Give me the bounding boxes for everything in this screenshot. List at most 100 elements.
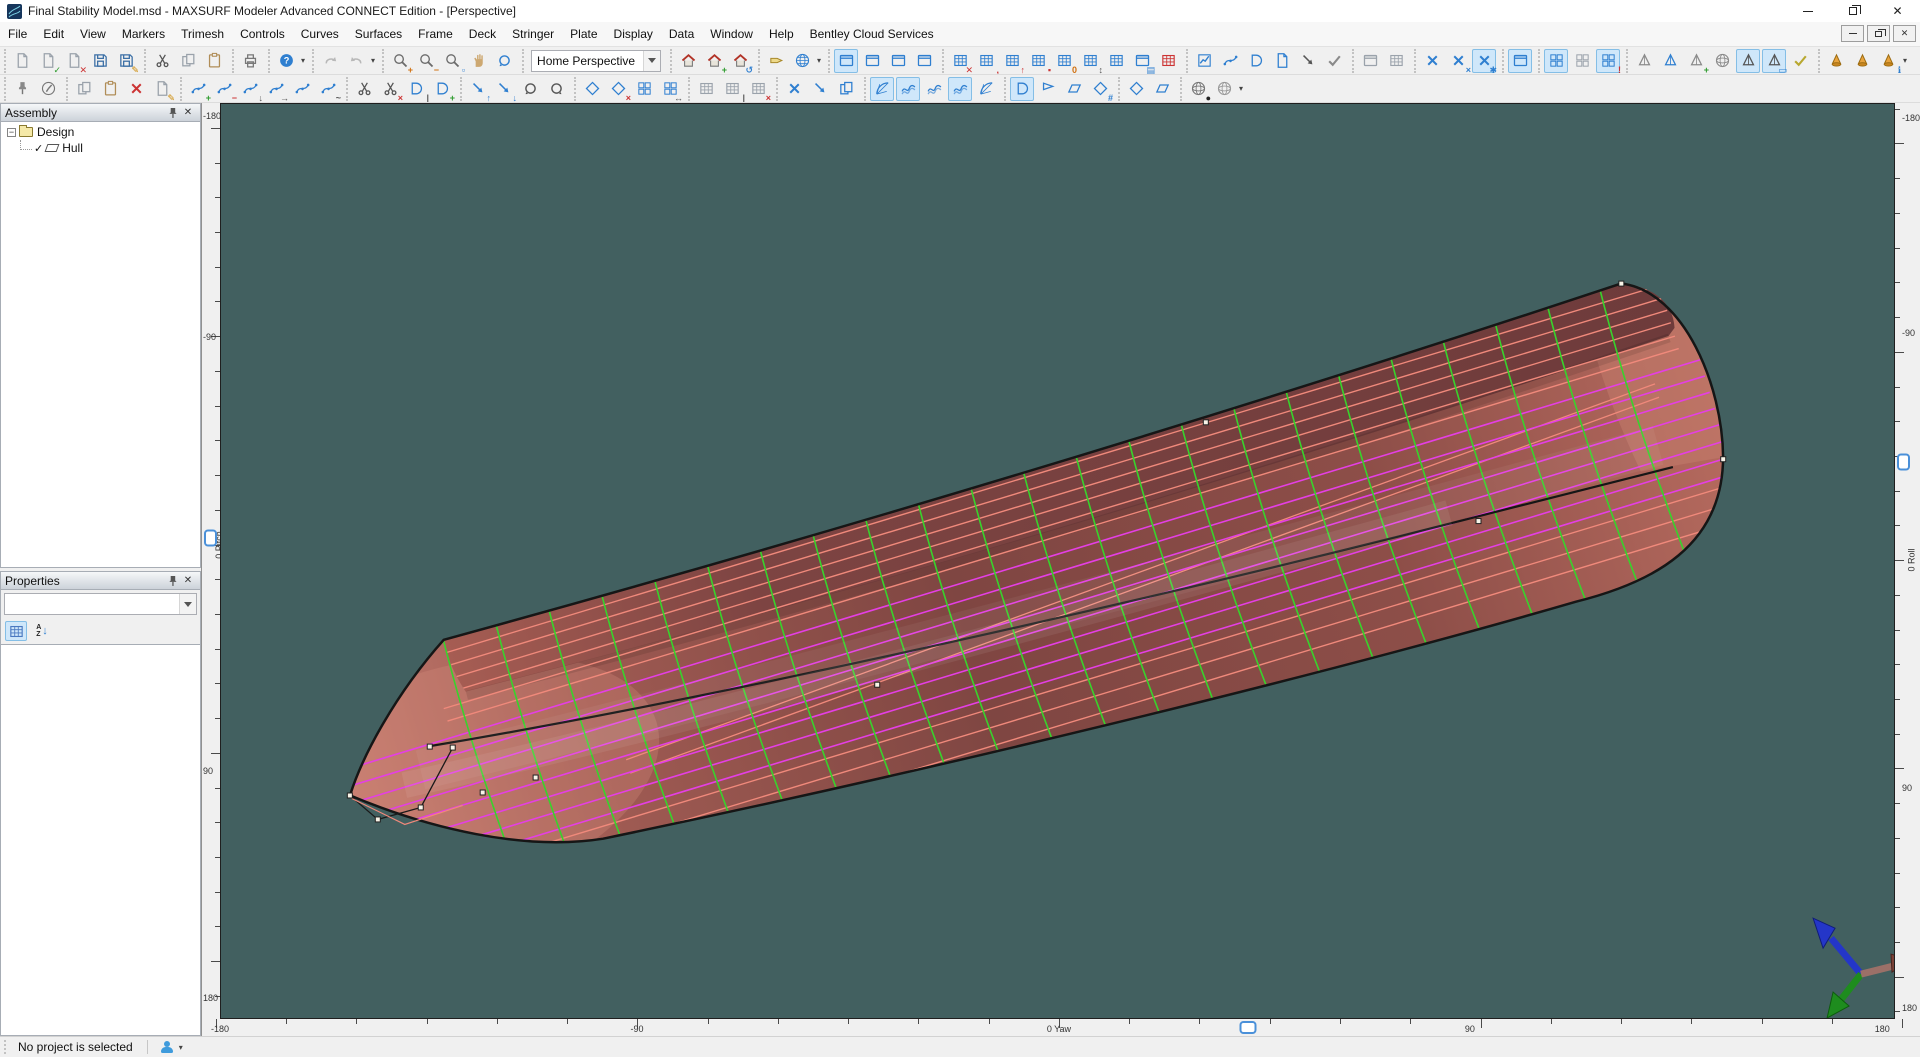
clear-marker-button[interactable]: [1420, 49, 1444, 73]
close-button[interactable]: ✕: [1875, 0, 1920, 22]
help-dropdown-icon[interactable]: ▾: [301, 56, 305, 65]
new-design-button[interactable]: [10, 49, 34, 73]
align-control-points-button[interactable]: [632, 77, 656, 101]
control-point[interactable]: [346, 792, 353, 799]
home-view-button[interactable]: [676, 49, 700, 73]
distribute-points-button[interactable]: ↔: [658, 77, 683, 102]
surface-curvature-button[interactable]: [896, 76, 920, 101]
framed-solid-button[interactable]: [1736, 48, 1761, 73]
menu-trimesh[interactable]: Trimesh: [173, 23, 232, 45]
straighten-row-button[interactable]: [290, 77, 314, 101]
properties-object-selector[interactable]: [4, 593, 197, 615]
pushpin-button[interactable]: [10, 77, 34, 101]
table-updown-button[interactable]: ↕: [1078, 49, 1103, 74]
paste-surface-button[interactable]: [98, 77, 122, 101]
menu-controls[interactable]: Controls: [232, 23, 293, 45]
left-slider-thumb[interactable]: [204, 529, 217, 547]
save-home-view-button[interactable]: +: [702, 49, 727, 74]
close-panel-icon[interactable]: ✕: [180, 105, 196, 120]
trimesh-shaded-button[interactable]: ●: [1186, 77, 1211, 102]
mask-rows-button[interactable]: [694, 77, 718, 101]
light-forward-button[interactable]: [1850, 49, 1874, 73]
menu-display[interactable]: Display: [606, 23, 661, 45]
rendered-view-button[interactable]: [948, 76, 972, 101]
rename-surface-button[interactable]: ✎: [150, 77, 175, 102]
view-selector[interactable]: Home Perspective: [531, 49, 662, 72]
solid-gray-button[interactable]: [1632, 49, 1656, 73]
perspective-window-button[interactable]: [834, 48, 859, 73]
minimize-button[interactable]: [1785, 0, 1830, 22]
redo-dropdown-icon[interactable]: ▾: [371, 56, 375, 65]
right-slider-thumb[interactable]: [1897, 453, 1910, 471]
chevron-down-icon[interactable]: [179, 594, 196, 614]
untrim-surface-button[interactable]: ×: [378, 77, 403, 102]
fit-markers-button[interactable]: [1218, 49, 1242, 73]
menu-plate[interactable]: Plate: [562, 23, 605, 45]
results-window-button[interactable]: ▤: [1130, 49, 1155, 74]
trimesh-wire-dropdown-icon[interactable]: ▾: [1239, 84, 1243, 93]
bond-edges-button[interactable]: [580, 77, 604, 101]
tree-item-hull[interactable]: ✓ Hull: [1, 140, 200, 156]
planar-patch-button[interactable]: [1062, 77, 1086, 101]
user-account-icon[interactable]: [161, 1040, 174, 1054]
control-point[interactable]: [417, 804, 424, 811]
solid-shaded-button[interactable]: [1658, 49, 1682, 73]
project-curve-button[interactable]: [808, 77, 832, 101]
body-plan-window-button[interactable]: [912, 49, 936, 73]
rotate-view-button[interactable]: [492, 49, 516, 73]
curved-sheet-button[interactable]: [1150, 77, 1174, 101]
save-all-button[interactable]: ✎: [114, 49, 139, 74]
calculations-table-button[interactable]: [1104, 49, 1128, 73]
zoom-window-button[interactable]: ▫: [440, 49, 465, 74]
bottom-slider-thumb[interactable]: [1239, 1021, 1257, 1034]
clear-all-markers-button[interactable]: ✱: [1472, 48, 1497, 74]
mdi-minimize-button[interactable]: [1841, 25, 1864, 42]
zoom-out-button[interactable]: −: [414, 49, 439, 74]
close-panel-icon[interactable]: ✕: [180, 573, 196, 588]
grid-warning-button[interactable]: !: [1596, 48, 1621, 74]
orientation-dial-button[interactable]: [36, 77, 60, 101]
menu-bentley-cloud-services[interactable]: Bentley Cloud Services: [802, 23, 942, 45]
close-design-button[interactable]: ✕: [62, 49, 87, 74]
3d-scene[interactable]: [221, 104, 1894, 1018]
half-breadth-outline-button[interactable]: [1010, 76, 1034, 101]
control-point[interactable]: [1720, 456, 1727, 463]
measure-button[interactable]: [1296, 49, 1320, 73]
export-data-button[interactable]: [1270, 49, 1294, 73]
net-mesh-button[interactable]: #: [1088, 77, 1113, 102]
smooth-row-button[interactable]: ~: [316, 77, 341, 102]
help-button[interactable]: [274, 49, 298, 73]
delete-surface-button[interactable]: [124, 77, 148, 101]
bentley-web-dropdown-icon[interactable]: ▾: [817, 56, 821, 65]
zoom-in-button[interactable]: +: [388, 49, 413, 74]
plan-window-button[interactable]: [860, 49, 884, 73]
curvature-display-button[interactable]: [870, 76, 894, 101]
remove-control-point-button[interactable]: −: [212, 77, 237, 102]
redo-button[interactable]: [344, 49, 368, 73]
curvature-graph-button[interactable]: [1192, 49, 1216, 73]
trim-surface-button[interactable]: [352, 77, 376, 101]
ruler-check-button[interactable]: [1322, 49, 1346, 73]
menu-view[interactable]: View: [72, 23, 114, 45]
undo-button[interactable]: [318, 49, 342, 73]
net-table-button[interactable]: [1384, 49, 1408, 73]
pin-icon[interactable]: [164, 573, 180, 588]
markers-table-button[interactable]: ✕: [948, 49, 973, 74]
snap-grid-button[interactable]: [1544, 48, 1569, 73]
copy-surface-button[interactable]: [72, 77, 96, 101]
half-ring-button[interactable]: [1710, 49, 1734, 73]
perspective-canvas[interactable]: [220, 103, 1895, 1019]
menu-data[interactable]: Data: [661, 23, 702, 45]
menu-window[interactable]: Window: [702, 23, 761, 45]
image-window-button[interactable]: [1358, 49, 1382, 73]
visibility-check-icon[interactable]: ✓: [34, 142, 43, 155]
print-button[interactable]: [238, 49, 262, 73]
solid-add-button[interactable]: +: [1684, 49, 1709, 74]
copy-button[interactable]: [176, 49, 200, 73]
move-up-button[interactable]: ↑: [466, 77, 491, 102]
pin-icon[interactable]: [164, 105, 180, 120]
split-surface-button[interactable]: |: [404, 77, 429, 102]
mdi-restore-button[interactable]: [1867, 25, 1890, 42]
bentley-web-button[interactable]: [790, 49, 814, 73]
framed-solid-alt-button[interactable]: ▭: [1762, 48, 1787, 74]
